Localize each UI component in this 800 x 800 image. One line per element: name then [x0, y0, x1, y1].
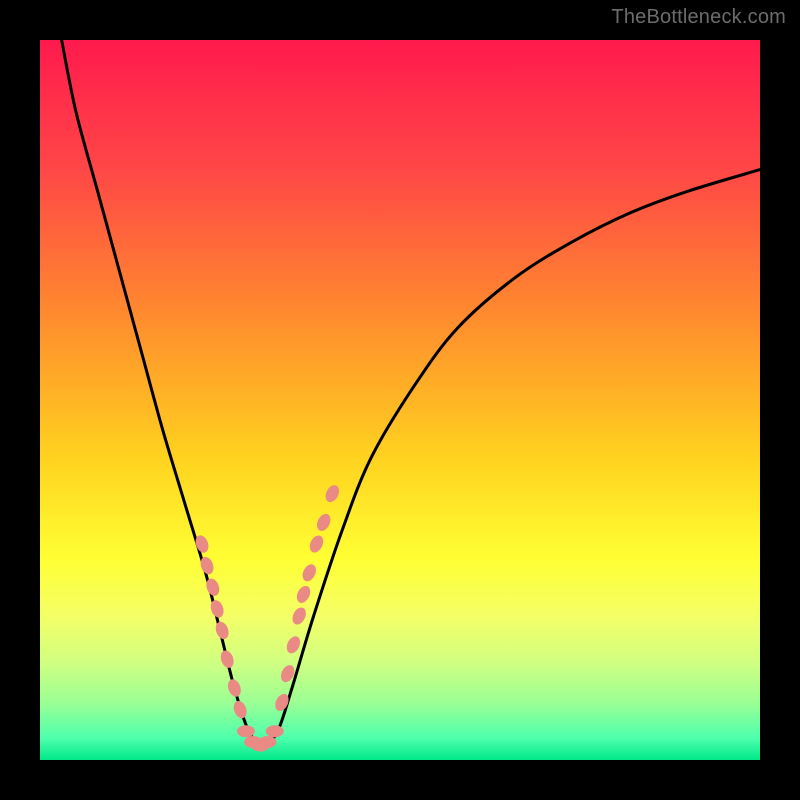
background-gradient — [40, 40, 760, 760]
chart-frame: TheBottleneck.com — [0, 0, 800, 800]
watermark-text: TheBottleneck.com — [611, 6, 786, 29]
plot-area — [40, 40, 760, 760]
